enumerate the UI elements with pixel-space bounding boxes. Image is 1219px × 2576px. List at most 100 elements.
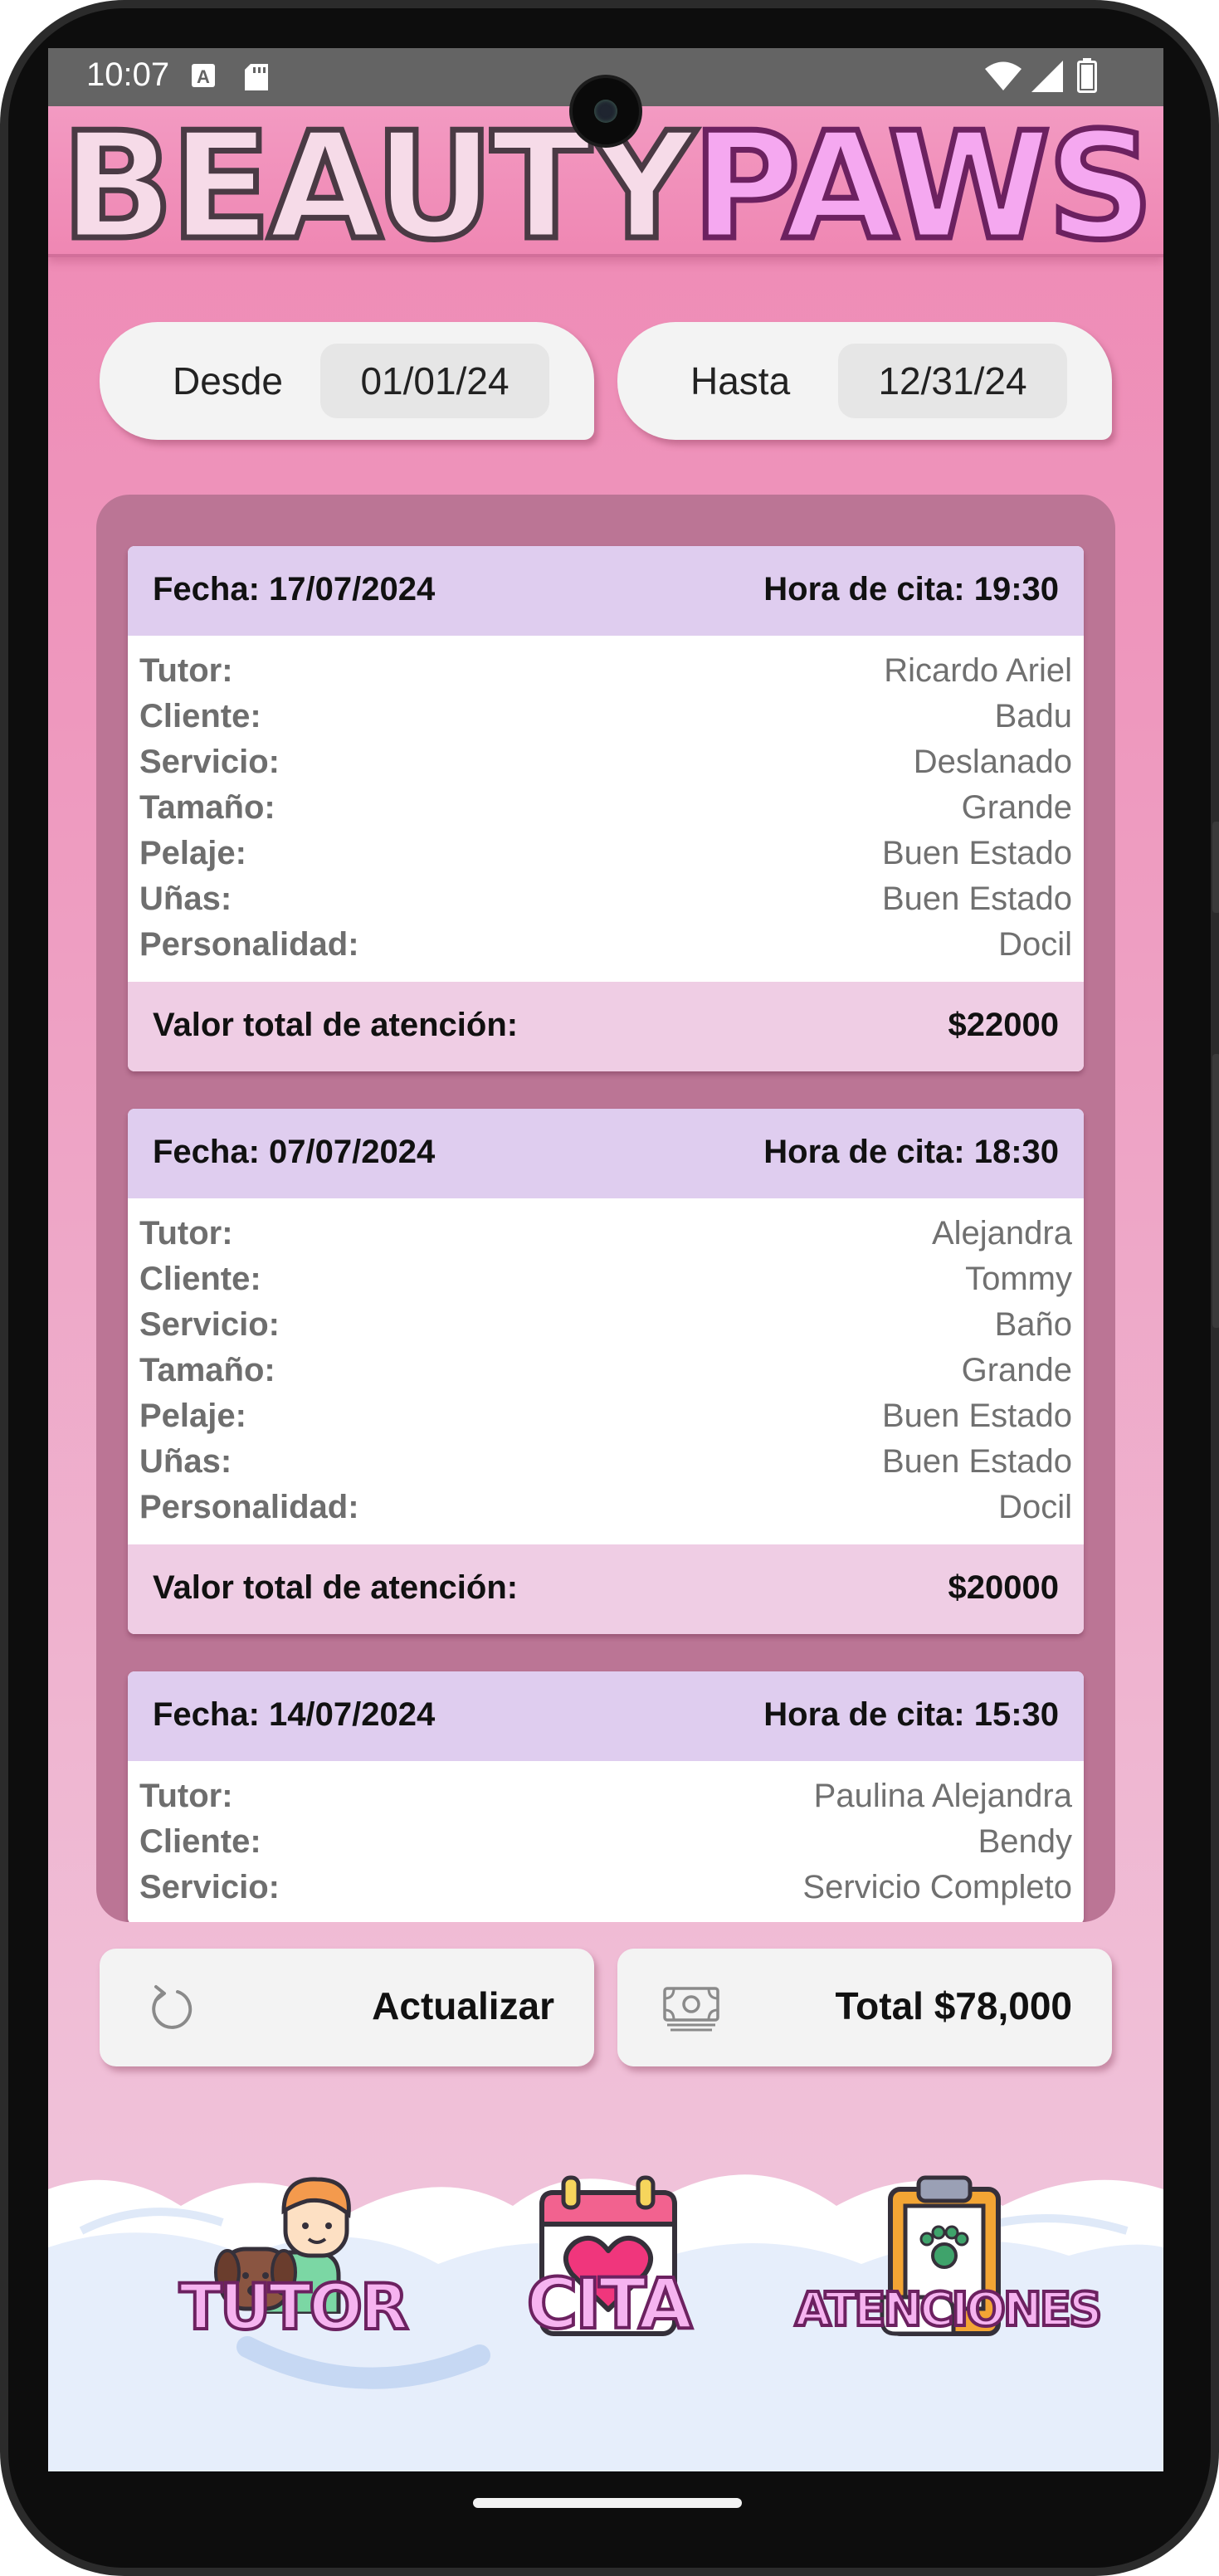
nav-tutor[interactable]: TUTOR <box>178 2173 411 2345</box>
tamano-label: Tamaño: <box>139 789 275 826</box>
servicio-label: Servicio: <box>139 1306 280 1343</box>
from-date-input[interactable]: 01/01/24 <box>320 344 549 418</box>
detail-row: Personalidad: Docil <box>139 1486 1072 1531</box>
personalidad-label: Personalidad: <box>139 1489 359 1525</box>
detail-row: Tamaño: Grande <box>139 1349 1072 1394</box>
nav-tutor-label: TUTOR <box>178 2268 411 2345</box>
cliente-label: Cliente: <box>139 698 261 734</box>
appointment-time: Hora de cita: 18:30 <box>763 1134 1059 1170</box>
servicio-label: Servicio: <box>139 744 280 780</box>
svg-text:A: A <box>197 66 210 87</box>
to-date-input[interactable]: 12/31/24 <box>838 344 1067 418</box>
appointment-card[interactable]: Fecha: 14/07/2024 Hora de cita: 15:30 Tu… <box>128 1671 1084 1922</box>
side-button <box>1212 822 1219 913</box>
from-date-label: Desde <box>173 359 283 402</box>
detail-row: Tutor: Paulina Alejandra <box>139 1774 1072 1820</box>
status-time: 10:07 <box>86 56 170 93</box>
nav-atenciones-label: ATENCIONES <box>793 2281 1104 2339</box>
logo-paws: PAWS <box>689 100 1156 272</box>
card-footer: Valor total de atención: $20000 <box>128 1544 1084 1634</box>
battery-icon <box>1077 58 1097 93</box>
appointment-card[interactable]: Fecha: 07/07/2024 Hora de cita: 18:30 Tu… <box>128 1109 1084 1634</box>
detail-row: Uñas: Buen Estado <box>139 1440 1072 1486</box>
appointment-time: Hora de cita: 15:30 <box>763 1696 1059 1733</box>
tutor-label: Tutor: <box>139 1215 233 1251</box>
sd-card-icon <box>245 64 268 90</box>
card-header: Fecha: 14/07/2024 Hora de cita: 15:30 <box>128 1671 1084 1761</box>
refresh-icon <box>152 1985 193 2029</box>
nav-atenciones[interactable]: ATENCIONES <box>793 2173 1104 2339</box>
total-button[interactable]: Total $78,000 <box>617 1949 1112 2066</box>
detail-row: Tutor: Ricardo Ariel <box>139 649 1072 695</box>
appointment-card[interactable]: Fecha: 17/07/2024 Hora de cita: 19:30 Tu… <box>128 546 1084 1071</box>
detail-row: Tutor: Alejandra <box>139 1212 1072 1257</box>
personalidad-value: Docil <box>998 1489 1072 1525</box>
cliente-label: Cliente: <box>139 1261 261 1297</box>
detail-row: Pelaje: Buen Estado <box>139 832 1072 877</box>
detail-row: Uñas: Buen Estado <box>139 877 1072 923</box>
unas-value: Buen Estado <box>881 1443 1072 1480</box>
servicio-value: Deslanado <box>913 744 1072 780</box>
cellular-signal-icon <box>1031 61 1063 92</box>
servicio-value: Servicio Completo <box>802 1869 1072 1905</box>
unas-label: Uñas: <box>139 881 232 917</box>
cliente-value: Tommy <box>965 1261 1072 1297</box>
detail-row: Servicio: Servicio Completo <box>139 1866 1072 1911</box>
to-date-label: Hasta <box>690 359 791 402</box>
cliente-label: Cliente: <box>139 1823 261 1860</box>
card-header: Fecha: 17/07/2024 Hora de cita: 19:30 <box>128 546 1084 636</box>
detail-row: Servicio: Deslanado <box>139 740 1072 786</box>
total-label: Valor total de atención: <box>153 1569 519 1606</box>
tutor-value: Ricardo Ariel <box>884 652 1072 689</box>
total-value: $22000 <box>948 1007 1059 1043</box>
unas-value: Buen Estado <box>881 881 1072 917</box>
detail-row: Cliente: Bendy <box>139 1820 1072 1866</box>
tutor-label: Tutor: <box>139 652 233 689</box>
nav-cita-label: CITA <box>525 2261 695 2346</box>
appointment-date: Fecha: 07/07/2024 <box>153 1134 436 1170</box>
phone-frame: 10:07 A BEAUTYPAWS Desde 01/01/24 Hasta … <box>0 0 1219 2576</box>
tutor-value: Alejandra <box>931 1215 1072 1251</box>
app-screen: 10:07 A BEAUTYPAWS Desde 01/01/24 Hasta … <box>48 48 1163 2471</box>
total-value: $20000 <box>948 1569 1059 1606</box>
card-footer: Valor total de atención: $22000 <box>128 982 1084 1071</box>
servicio-value: Baño <box>994 1306 1072 1343</box>
nav-cita[interactable]: CITA <box>513 2173 704 2346</box>
detail-row: Servicio: Baño <box>139 1303 1072 1349</box>
tutor-value: Paulina Alejandra <box>813 1778 1072 1814</box>
pelaje-value: Buen Estado <box>881 1398 1072 1434</box>
pelaje-value: Buen Estado <box>881 835 1072 871</box>
from-date-filter: Desde 01/01/24 <box>100 322 594 440</box>
tamano-value: Grande <box>961 789 1072 826</box>
pelaje-label: Pelaje: <box>139 835 246 871</box>
appointment-time: Hora de cita: 19:30 <box>763 571 1059 607</box>
detail-row: Cliente: Badu <box>139 695 1072 740</box>
tamano-value: Grande <box>961 1352 1072 1388</box>
appointments-list[interactable]: Fecha: 17/07/2024 Hora de cita: 19:30 Tu… <box>96 495 1115 1922</box>
detail-row: Tamaño: Grande <box>139 786 1072 832</box>
detail-row: Pelaje: Buen Estado <box>139 1394 1072 1440</box>
servicio-label: Servicio: <box>139 1869 280 1905</box>
appointment-date: Fecha: 14/07/2024 <box>153 1696 436 1733</box>
money-icon <box>663 1987 719 2032</box>
system-nav-area <box>0 2471 1219 2576</box>
card-details: Tutor: Paulina Alejandra Cliente: Bendy Se… <box>128 1761 1084 1922</box>
unas-label: Uñas: <box>139 1443 232 1480</box>
card-details: Tutor: Alejandra Cliente: Tommy Servicio: B… <box>128 1198 1084 1544</box>
refresh-button[interactable]: Actualizar <box>100 1949 594 2066</box>
cliente-value: Badu <box>994 698 1072 734</box>
appointment-date: Fecha: 17/07/2024 <box>153 571 436 607</box>
detail-row: Cliente: Tommy <box>139 1257 1072 1303</box>
front-camera <box>573 78 639 144</box>
detail-row: Personalidad: Docil <box>139 923 1072 968</box>
home-indicator[interactable] <box>473 2498 742 2508</box>
personalidad-value: Docil <box>998 926 1072 963</box>
personalidad-label: Personalidad: <box>139 926 359 963</box>
side-button <box>1212 1054 1219 1328</box>
cliente-value: Bendy <box>978 1823 1072 1860</box>
refresh-label: Actualizar <box>372 1984 554 2027</box>
total-label: Total $78,000 <box>835 1984 1072 2027</box>
tamano-label: Tamaño: <box>139 1352 275 1388</box>
wifi-icon <box>985 61 1022 90</box>
pelaje-label: Pelaje: <box>139 1398 246 1434</box>
